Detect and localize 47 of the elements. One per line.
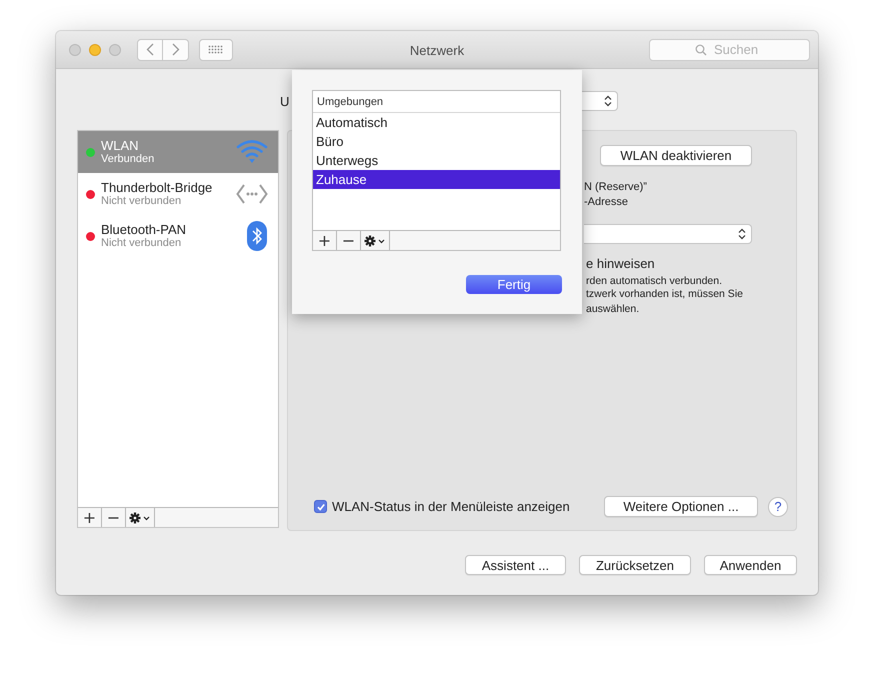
location-item[interactable]: Automatisch	[313, 113, 560, 132]
zoom-button[interactable]	[109, 44, 121, 56]
wifi-icon	[236, 139, 268, 165]
location-item[interactable]: Unterwegs	[313, 151, 560, 170]
checkbox[interactable]	[314, 500, 327, 513]
done-button[interactable]: Fertig	[466, 275, 562, 294]
footer-button[interactable]: Zurücksetzen	[579, 555, 691, 575]
network-popup[interactable]	[584, 224, 752, 244]
chevron-updown-icon	[738, 228, 746, 240]
service-name: Bluetooth-PAN	[101, 222, 188, 237]
wlan-off-button[interactable]: WLAN deaktivieren	[600, 145, 752, 166]
service-name: Thunderbolt-Bridge	[101, 180, 214, 195]
checkbox-label: WLAN-Status in der Menüleiste anzeigen	[332, 499, 570, 514]
hint-text: auswählen.	[586, 303, 640, 316]
chevron-updown-icon	[604, 95, 612, 107]
search-field[interactable]: Suchen	[649, 38, 810, 60]
back-button[interactable]	[137, 38, 163, 60]
footer-button[interactable]: Assistent ...	[465, 555, 566, 575]
close-button[interactable]	[69, 44, 81, 56]
gear-icon	[364, 234, 386, 246]
service-name: WLAN	[101, 138, 140, 153]
service-item[interactable]: Thunderbolt-Bridge Nicht verbunden	[78, 173, 278, 215]
more-options-button[interactable]: Weitere Optionen ...	[604, 496, 758, 517]
location-label: U	[280, 94, 290, 108]
service-status: Nicht verbunden	[101, 195, 182, 208]
status-text: N (Reserve)”	[584, 180, 648, 195]
forward-button[interactable]	[163, 38, 189, 60]
hint-text: tzwerk vorhanden ist, müssen Sie	[586, 288, 743, 301]
hint-text: rden automatisch verbunden.	[586, 275, 722, 288]
service-status: Verbunden	[101, 153, 156, 166]
window-title: Netzwerk	[410, 43, 464, 58]
bluetooth-icon	[246, 220, 268, 252]
bridge-icon	[236, 183, 268, 205]
grid-icon	[208, 44, 224, 54]
help-button[interactable]: ?	[768, 496, 788, 516]
location-item[interactable]: Büro	[313, 132, 560, 151]
gear-icon	[129, 512, 151, 524]
status-text: -Adresse	[584, 195, 630, 210]
service-status: Nicht verbunden	[101, 237, 182, 250]
option-label: e hinweisen	[586, 256, 655, 271]
location-popup[interactable]	[582, 91, 618, 111]
service-item[interactable]: Bluetooth-PAN Nicht verbunden	[78, 215, 278, 257]
minimize-button[interactable]	[89, 44, 101, 56]
list-header: Umgebungen	[313, 91, 560, 113]
footer-button[interactable]: Anwenden	[704, 555, 797, 575]
show-all-button[interactable]	[199, 38, 233, 60]
location-item[interactable]: Zuhause	[313, 170, 560, 189]
